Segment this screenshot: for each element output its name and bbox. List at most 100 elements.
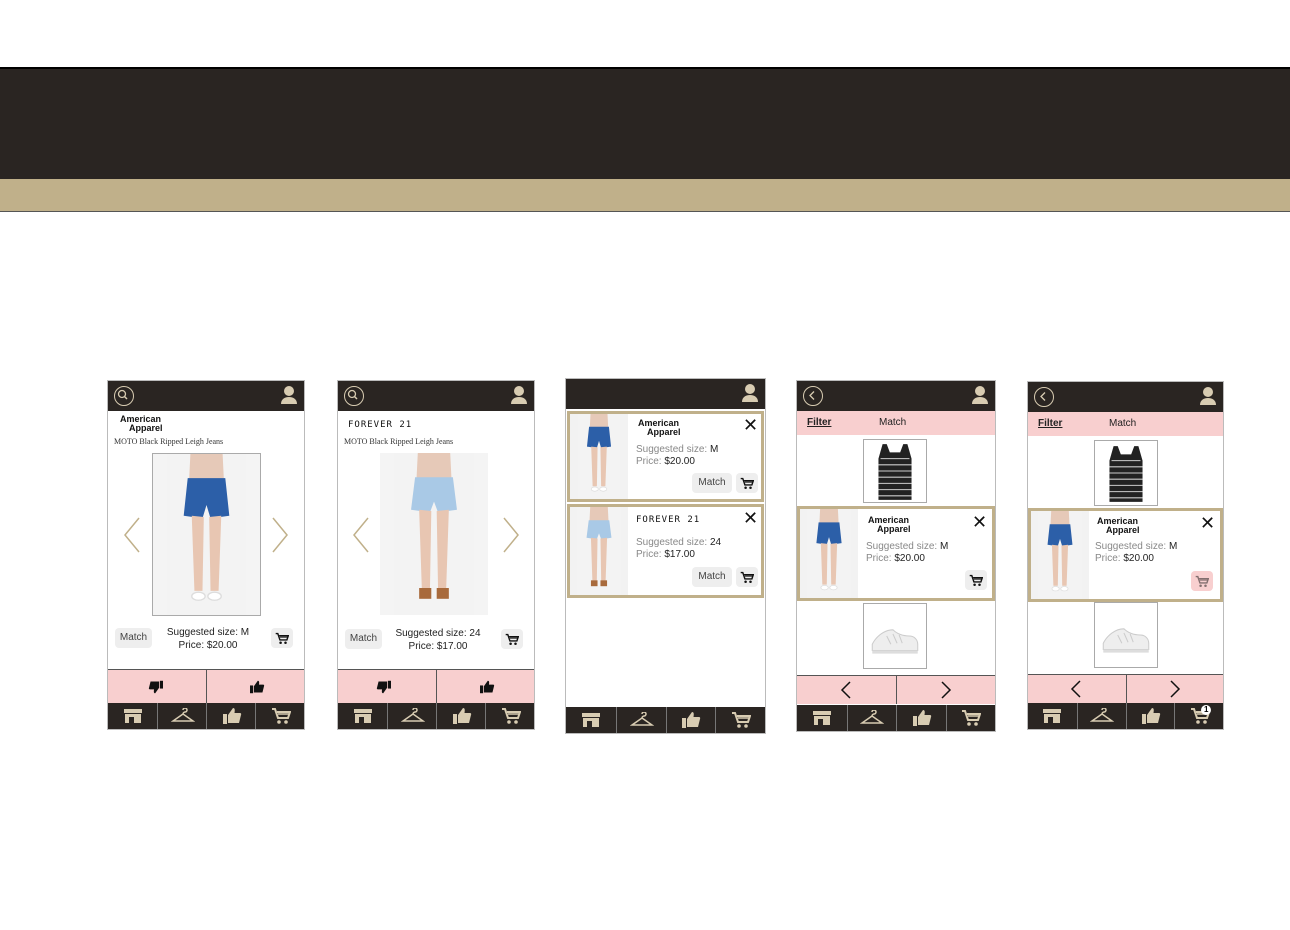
match-button[interactable]: Match [692, 567, 732, 587]
filter-bar: Filter Match [797, 411, 995, 435]
nav-likes[interactable] [436, 703, 486, 729]
close-icon[interactable]: ✕ [972, 513, 987, 531]
add-to-cart-button[interactable] [736, 473, 758, 493]
add-to-cart-button[interactable] [736, 567, 758, 587]
page-title: Match [1109, 418, 1137, 429]
cart-icon [505, 633, 519, 646]
chevron-left-icon[interactable] [350, 515, 372, 555]
like-button[interactable] [436, 670, 535, 704]
user-icon[interactable] [972, 385, 988, 405]
hanger-icon [630, 712, 654, 728]
screen-2-product-swipe: FOREVER 21 MOTO Black Ripped Leigh Jeans… [337, 380, 535, 730]
chevron-right-icon[interactable] [269, 515, 291, 555]
nav-cart[interactable] [255, 703, 305, 729]
chevron-right-icon [1169, 680, 1180, 698]
product-thumbnail [570, 507, 628, 595]
search-icon[interactable] [114, 386, 134, 406]
dislike-button[interactable] [338, 670, 436, 704]
nav-cart[interactable]: 1 [1174, 703, 1223, 729]
product-photo [380, 453, 488, 615]
nav-closet[interactable] [157, 703, 207, 729]
product-info: Suggested size: M Price: $20.00 [166, 627, 250, 651]
search-icon[interactable] [344, 386, 364, 406]
store-icon [353, 708, 373, 724]
cart-icon [271, 707, 291, 725]
nav-closet[interactable] [387, 703, 437, 729]
chevron-right-icon[interactable] [500, 515, 522, 555]
user-icon[interactable] [511, 385, 527, 405]
next-match-button[interactable] [896, 676, 995, 704]
nav-cart[interactable] [945, 705, 997, 731]
user-icon[interactable] [1200, 386, 1216, 406]
bottom-nav [566, 707, 765, 733]
next-match-button[interactable] [1125, 675, 1224, 703]
store-icon [581, 712, 601, 728]
nav-store[interactable] [1028, 703, 1077, 729]
nav-cart[interactable] [715, 707, 766, 733]
nav-closet[interactable] [1076, 703, 1127, 729]
nav-store[interactable] [108, 703, 157, 729]
user-icon[interactable] [742, 383, 758, 403]
nav-store[interactable] [566, 707, 616, 733]
selected-item-card[interactable]: American Apparel ✕ Suggested size: M Pri… [797, 506, 995, 601]
thumbs-up-icon [681, 711, 701, 729]
add-to-cart-button[interactable] [965, 570, 987, 590]
product-photo [152, 453, 261, 616]
thumbs-down-icon [148, 680, 164, 694]
nav-store[interactable] [797, 705, 847, 731]
nav-likes[interactable] [206, 703, 256, 729]
match-shoe-option[interactable] [863, 603, 927, 669]
chevron-left-icon [1070, 680, 1081, 698]
add-to-cart-button[interactable] [1191, 571, 1213, 591]
close-icon[interactable]: ✕ [743, 416, 758, 434]
page-title: Match [879, 417, 907, 428]
liked-item-card[interactable]: FOREVER 21 ✕ Suggested size: 24 Price: $… [567, 504, 764, 598]
product-info: Suggested size: M Price: $20.00 [1095, 541, 1178, 564]
user-icon[interactable] [281, 385, 297, 405]
chevron-left-icon [840, 681, 851, 699]
filter-link[interactable]: Filter [807, 417, 831, 428]
top-bar [1028, 382, 1223, 412]
match-button[interactable]: Match [115, 628, 152, 648]
chevron-right-icon [941, 681, 952, 699]
cart-icon [731, 711, 751, 729]
nav-cart[interactable] [485, 703, 535, 729]
like-button[interactable] [206, 670, 305, 704]
filter-link[interactable]: Filter [1038, 418, 1062, 429]
match-shoe-option[interactable] [1094, 602, 1158, 668]
thumbs-up-icon [452, 707, 472, 725]
close-icon[interactable]: ✕ [743, 509, 758, 527]
prev-match-button[interactable] [1028, 675, 1126, 703]
nav-closet[interactable] [846, 705, 898, 731]
add-to-cart-button[interactable] [501, 629, 523, 649]
add-to-cart-button[interactable] [271, 628, 293, 648]
back-icon[interactable] [803, 386, 823, 406]
brand-logo: American Apparel [868, 515, 911, 534]
nav-closet[interactable] [615, 707, 667, 733]
match-button[interactable]: Match [345, 629, 382, 649]
close-icon[interactable]: ✕ [1200, 514, 1215, 532]
prev-match-button[interactable] [797, 676, 896, 704]
match-top-option[interactable] [863, 439, 927, 503]
bottom-nav [108, 703, 304, 729]
product-thumbnail [570, 414, 628, 499]
cart-icon [740, 571, 754, 584]
nav-store[interactable] [338, 703, 387, 729]
liked-item-card[interactable]: American Apparel ✕ Suggested size: M Pri… [567, 411, 764, 502]
nav-likes[interactable] [1125, 703, 1176, 729]
header-accent-stripe [0, 179, 1290, 212]
nav-likes[interactable] [665, 707, 717, 733]
selected-item-card[interactable]: American Apparel ✕ Suggested size: M Pri… [1028, 508, 1223, 602]
back-icon[interactable] [1034, 387, 1054, 407]
nav-likes[interactable] [896, 705, 947, 731]
product-name: MOTO Black Ripped Leigh Jeans [114, 437, 224, 446]
product-info: Suggested size: M Price: $20.00 [866, 541, 949, 564]
chevron-left-icon[interactable] [121, 515, 143, 555]
thumbs-up-icon [479, 680, 495, 694]
brand-logo: American Apparel [120, 414, 163, 433]
dislike-button[interactable] [108, 670, 206, 704]
match-button[interactable]: Match [692, 473, 732, 493]
match-top-option[interactable] [1094, 440, 1158, 506]
screen-5-match-added: Filter Match American Apparel ✕ Suggeste… [1027, 381, 1224, 730]
product-info: Suggested size: 24 Price: $17.00 [395, 628, 481, 652]
